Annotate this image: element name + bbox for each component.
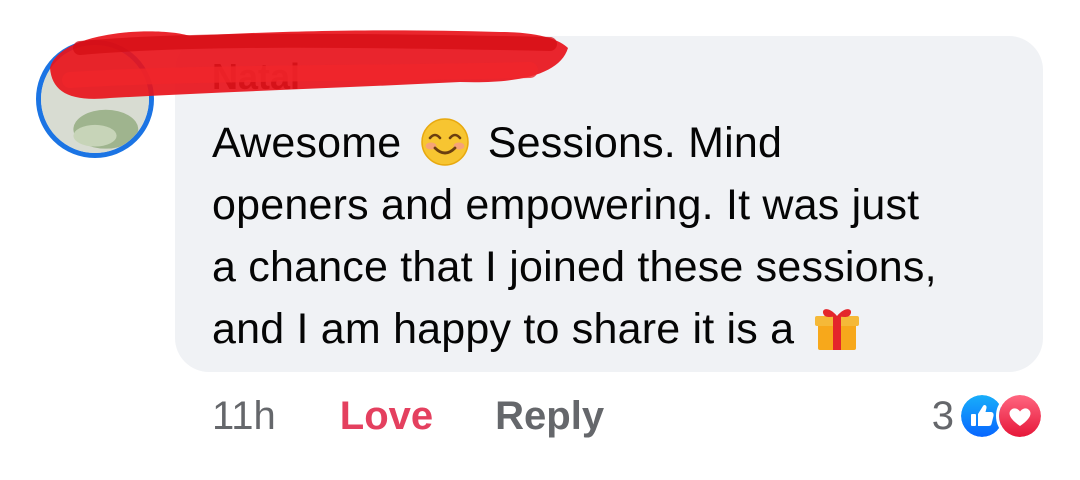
comment-text-line: and I am happy to share it is a bbox=[212, 305, 795, 353]
comment-text-line: a chance that I joined these sessions, bbox=[212, 243, 937, 291]
avatar-photo bbox=[41, 45, 149, 153]
smiling-face-icon bbox=[420, 118, 469, 166]
gift-icon bbox=[815, 309, 860, 350]
author-name[interactable]: Natal bbox=[212, 56, 300, 98]
comment-container: Natal Awesome Sessions. Mind openers and… bbox=[0, 0, 1080, 480]
love-reaction-icon bbox=[996, 392, 1044, 440]
reaction-count: 3 bbox=[931, 393, 954, 438]
love-button[interactable]: Love bbox=[340, 394, 433, 439]
reply-button[interactable]: Reply bbox=[495, 394, 604, 439]
reactions-summary[interactable]: 3 bbox=[932, 388, 1044, 444]
comment-text-segment: Awesome bbox=[212, 119, 402, 167]
comment-actions: 11h Love Reply bbox=[212, 388, 604, 444]
comment-body: Awesome Sessions. Mind openers and empow… bbox=[212, 112, 1022, 360]
comment-text-segment: Sessions. Mind bbox=[487, 119, 783, 167]
avatar[interactable] bbox=[36, 40, 154, 158]
comment-timestamp[interactable]: 11h bbox=[212, 394, 276, 439]
comment-text-line: openers and empowering. It was just bbox=[212, 181, 920, 229]
